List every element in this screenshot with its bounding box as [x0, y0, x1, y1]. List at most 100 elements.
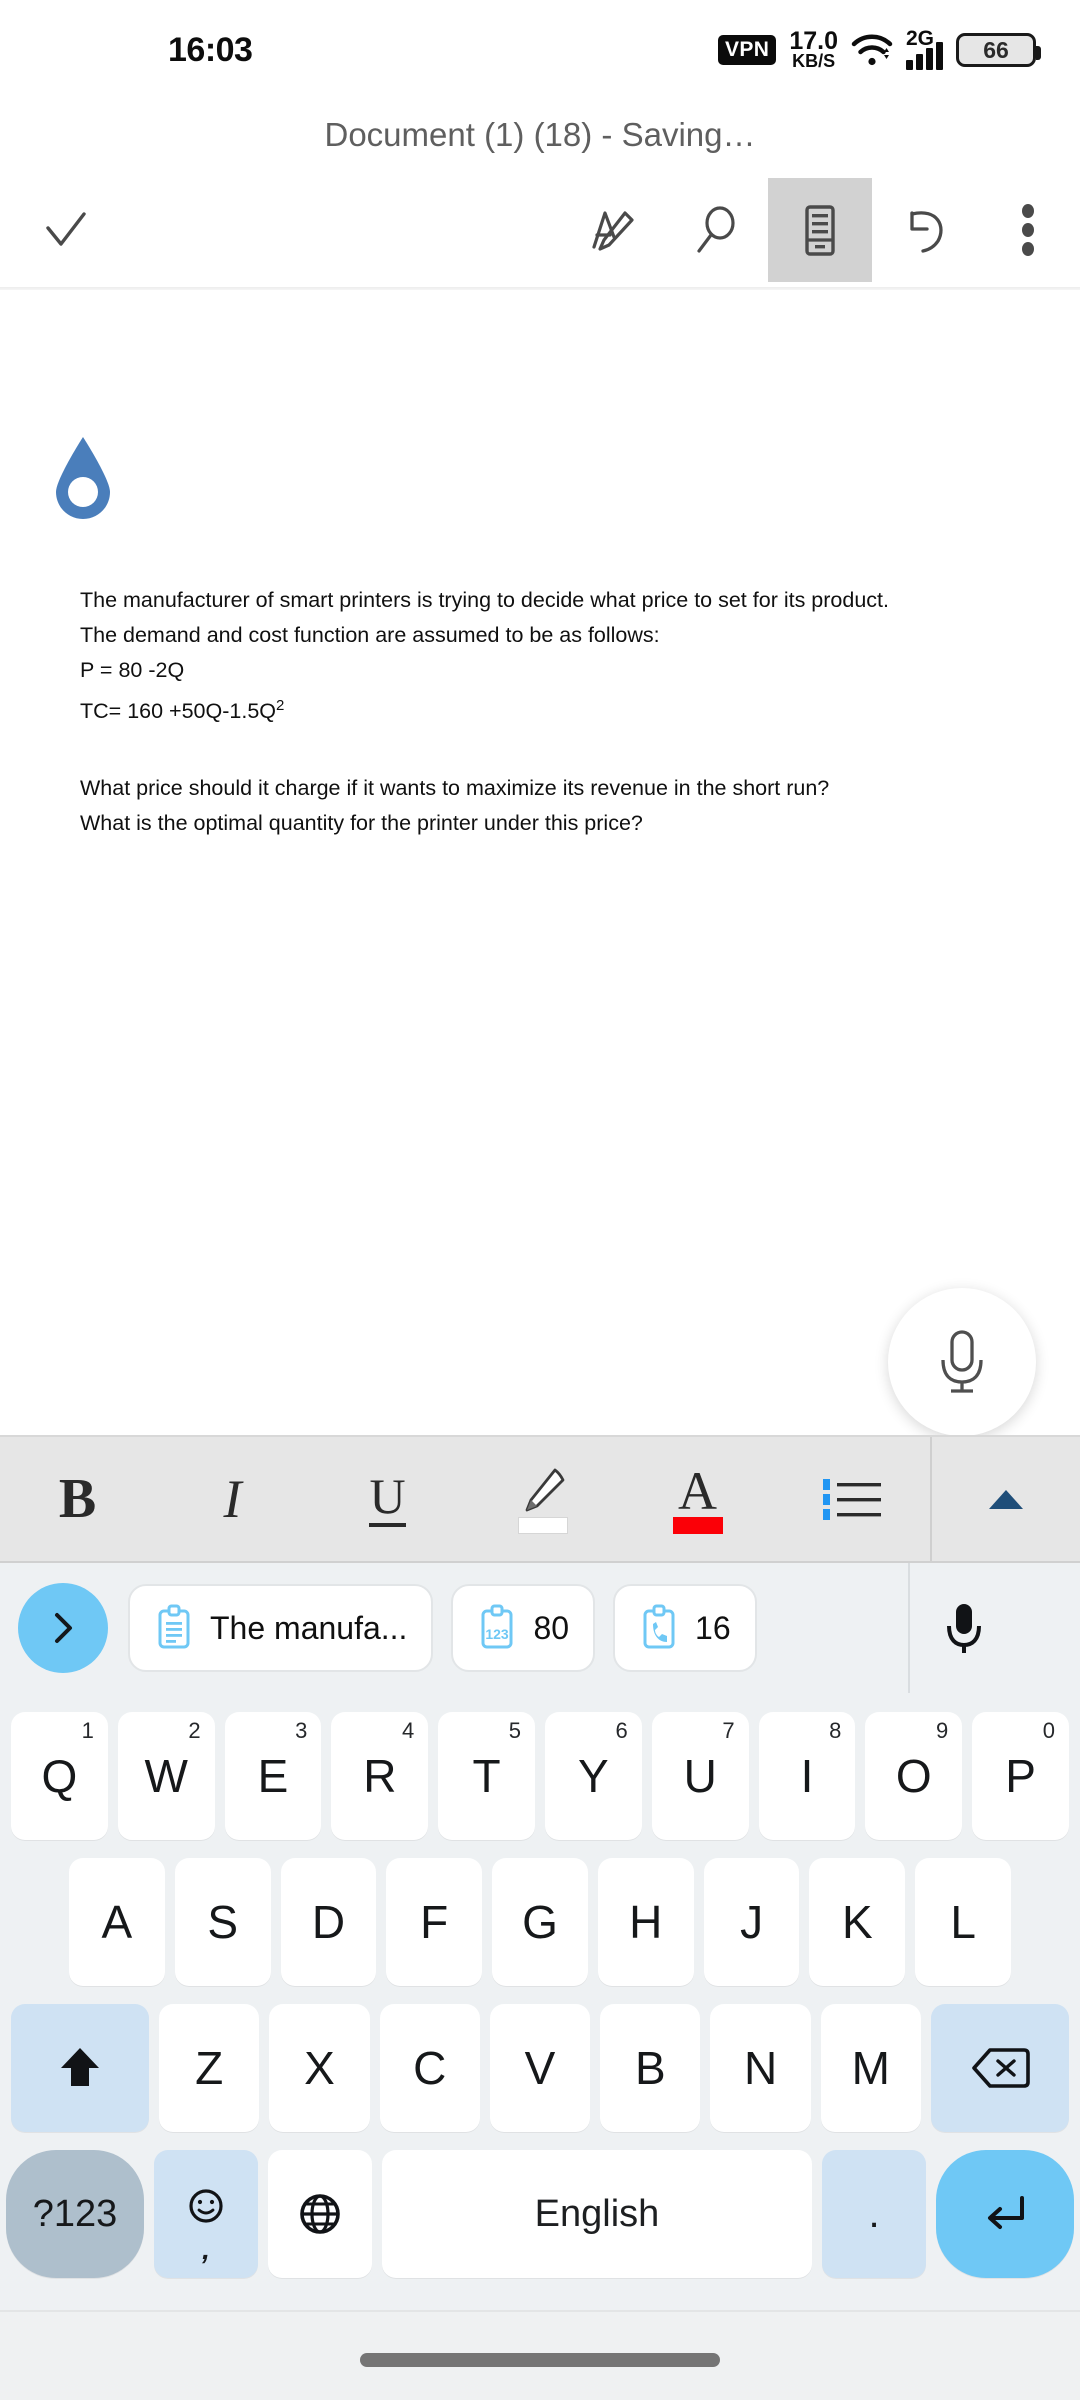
key-L[interactable]: L — [915, 1858, 1012, 1986]
clipboard-text-chip[interactable]: The manufa... — [128, 1584, 434, 1672]
emoji-key[interactable]: , — [154, 2150, 258, 2278]
key-V[interactable]: V — [489, 2004, 591, 2132]
undo-button[interactable] — [872, 178, 976, 282]
network-type-label: 2G — [906, 27, 935, 50]
key-K-label: K — [842, 1896, 873, 1948]
home-gesture-pill[interactable] — [360, 2353, 720, 2367]
key-M[interactable]: M — [820, 2004, 921, 2132]
document-text-body[interactable]: The manufacturer of smart printers is tr… — [80, 583, 910, 841]
key-D[interactable]: D — [280, 1858, 377, 1986]
clipboard-phone-label: 16 — [695, 1609, 731, 1646]
font-color-label: A — [678, 1461, 717, 1521]
document-page[interactable]: The manufacturer of smart printers is tr… — [0, 293, 1080, 1433]
bold-button[interactable]: B — [0, 1437, 155, 1561]
symbols-key[interactable]: ?123 — [6, 2150, 144, 2278]
keyboard-row-1: 1 Q 2 W 3 E 4 R 5 T 6 Y 7 U 8 I 9 O 0 P — [6, 1703, 1074, 1849]
document-title: Document (1) (18) - Saving… — [0, 100, 1080, 170]
emoji-key-comma: , — [202, 2234, 210, 2265]
font-color-swatch — [672, 1517, 723, 1534]
wifi-icon — [851, 33, 893, 67]
globe-language-icon — [300, 2194, 340, 2234]
pen-edit-icon — [592, 211, 634, 251]
bullet-list-button[interactable] — [775, 1437, 930, 1561]
backspace-key[interactable] — [930, 2004, 1069, 2132]
key-R-number: 4 — [401, 1718, 415, 1743]
key-S[interactable]: S — [174, 1858, 271, 1986]
gesture-nav-bar — [0, 2310, 1080, 2400]
key-U[interactable]: 7 U — [651, 1712, 749, 1840]
bullet-list-icon — [822, 1479, 881, 1520]
clipboard-number-chip[interactable]: 123 80 — [451, 1584, 596, 1672]
mobile-view-icon — [805, 205, 835, 256]
mobile-view-button[interactable] — [768, 178, 872, 282]
enter-key[interactable] — [936, 2150, 1074, 2278]
period-key[interactable]: . — [822, 2150, 926, 2278]
key-E[interactable]: 3 E — [224, 1712, 322, 1840]
keyboard-row-2: A S D F G H J K L — [6, 1849, 1074, 1995]
font-color-button[interactable]: A — [620, 1437, 775, 1561]
key-T-label: T — [472, 1750, 501, 1802]
key-Z[interactable]: Z — [159, 2004, 260, 2132]
key-Q[interactable]: 1 Q — [11, 1712, 108, 1840]
suggestions-toggle-button[interactable] — [18, 1583, 108, 1673]
key-N[interactable]: N — [710, 2004, 811, 2132]
key-X[interactable]: X — [269, 2004, 370, 2132]
network-speed-value: 17.0 — [789, 26, 838, 55]
done-checkmark-button[interactable] — [14, 178, 118, 282]
key-B[interactable]: B — [600, 2004, 701, 2132]
shift-arrow-icon — [61, 2048, 100, 2086]
soft-keyboard: 1 Q 2 W 3 E 4 R 5 T 6 Y 7 U 8 I 9 O 0 P … — [0, 1693, 1080, 2313]
key-E-label: E — [257, 1750, 289, 1802]
key-N-label: N — [743, 2042, 778, 2094]
shift-key[interactable] — [11, 2004, 150, 2132]
clipboard-123-icon: 123 — [481, 1604, 513, 1649]
clipboard-phone-chip[interactable]: 16 — [613, 1584, 757, 1672]
key-W[interactable]: 2 W — [117, 1712, 215, 1840]
key-O-number: 9 — [935, 1718, 949, 1743]
language-globe-key[interactable] — [268, 2150, 372, 2278]
overflow-menu-button[interactable] — [976, 178, 1080, 282]
voice-input-fab[interactable] — [888, 1288, 1036, 1436]
backspace-icon — [972, 2048, 1030, 2088]
italic-button[interactable]: I — [155, 1437, 310, 1561]
key-Y-number: 6 — [615, 1718, 628, 1743]
app-toolbar — [0, 170, 1080, 290]
search-button[interactable] — [664, 178, 768, 282]
microphone-icon — [941, 1330, 983, 1393]
key-H-label: H — [629, 1896, 663, 1948]
underline-button[interactable]: U — [310, 1437, 465, 1561]
key-T[interactable]: 5 T — [438, 1712, 535, 1840]
emoji-smiley-icon — [189, 2189, 223, 2223]
key-Y[interactable]: 6 Y — [545, 1712, 642, 1840]
key-H[interactable]: H — [597, 1858, 694, 1986]
key-X-label: X — [304, 2042, 335, 2094]
key-A[interactable]: A — [68, 1858, 165, 1986]
key-E-number: 3 — [295, 1718, 308, 1743]
clipboard-chips: The manufa... 123 80 16 — [128, 1584, 908, 1672]
key-I[interactable]: 8 I — [758, 1712, 856, 1840]
key-O[interactable]: 9 O — [865, 1712, 963, 1840]
key-R-label: R — [363, 1750, 397, 1802]
keyboard-voice-button[interactable] — [908, 1563, 1018, 1693]
key-S-label: S — [207, 1896, 238, 1948]
spacebar-key[interactable]: English — [382, 2150, 812, 2278]
more-vertical-icon — [1022, 204, 1034, 256]
key-P[interactable]: 0 P — [972, 1712, 1069, 1840]
key-U-label: U — [683, 1750, 717, 1802]
key-K[interactable]: K — [809, 1858, 906, 1986]
key-G[interactable]: G — [492, 1858, 588, 1986]
key-C[interactable]: C — [379, 2004, 480, 2132]
clipboard-text-icon — [158, 1604, 190, 1649]
highlighter-button[interactable] — [465, 1437, 620, 1561]
key-R[interactable]: 4 R — [331, 1712, 429, 1840]
doc-paragraph-demand: P = 80 -2Q — [80, 658, 185, 682]
key-O-label: O — [895, 1750, 932, 1802]
key-J[interactable]: J — [703, 1858, 800, 1986]
undo-icon — [910, 211, 943, 253]
key-F[interactable]: F — [386, 1858, 483, 1986]
edit-pen-button[interactable] — [560, 178, 664, 282]
doc-question-1: What price should it charge if it wants … — [80, 776, 830, 801]
battery-percent: 66 — [983, 36, 1009, 63]
format-expand-button[interactable] — [930, 1437, 1080, 1561]
status-bar: 16:03 VPN 17.0 KB/S 2G 66 — [0, 0, 1080, 100]
